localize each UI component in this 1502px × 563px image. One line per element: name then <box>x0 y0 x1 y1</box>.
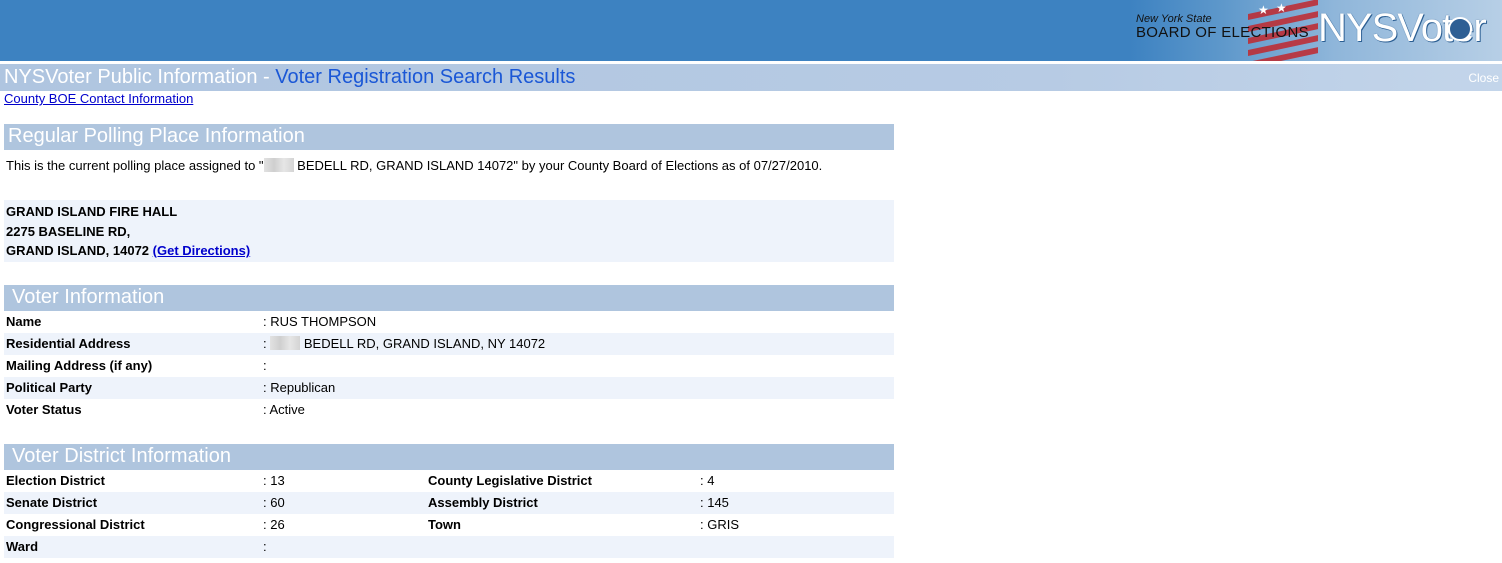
redacted-house-number <box>270 336 301 350</box>
voter-value: : RUS THOMPSON <box>263 314 377 329</box>
district-row: Election District : 13 County Legislativ… <box>4 470 894 492</box>
district-label: Senate District <box>6 495 98 510</box>
page-title: NYSVoter Public Information - Voter Regi… <box>4 66 575 89</box>
district-value: : 60 <box>263 495 285 510</box>
polling-city-text: GRAND ISLAND, 14072 <box>6 243 153 258</box>
district-value: : 4 <box>700 473 715 488</box>
polling-section-header: Regular Polling Place Information <box>4 124 894 150</box>
page-title-sub: Voter Registration Search Results <box>275 66 576 88</box>
district-label: Ward <box>6 539 39 554</box>
voter-label: Residential Address <box>6 336 131 351</box>
polling-place-street: 2275 BASELINE RD, <box>6 224 131 239</box>
polling-place-name: GRAND ISLAND FIRE HALL <box>6 204 178 219</box>
district-value: : 145 <box>700 495 729 510</box>
voter-value: : Active <box>263 402 305 417</box>
get-directions-link[interactable]: (Get Directions) <box>153 243 251 258</box>
voter-label: Voter Status <box>6 402 82 417</box>
district-label: County Legislative District <box>428 473 592 488</box>
polling-intro-before: This is the current polling place assign… <box>6 158 264 173</box>
polling-place-box: GRAND ISLAND FIRE HALL 2275 BASELINE RD,… <box>4 200 894 262</box>
nysvoter-logo: ★ ★ New York State BOARD OF ELECTIONS NY… <box>1130 0 1502 61</box>
residential-address-text: BEDELL RD, GRAND ISLAND, NY 14072 <box>300 336 546 351</box>
redacted-house-number <box>263 158 294 172</box>
district-row: Congressional District : 26 Town : GRIS <box>4 514 894 536</box>
state-seal-icon <box>1448 17 1472 41</box>
district-row: Senate District : 60 Assembly District :… <box>4 492 894 514</box>
district-label: Election District <box>6 473 105 488</box>
title-bar: NYSVoter Public Information - Voter Regi… <box>0 64 1502 91</box>
voter-row-name: Name : RUS THOMPSON <box>4 311 894 333</box>
voter-value: : <box>263 358 267 373</box>
header-banner: ★ ★ New York State BOARD OF ELECTIONS NY… <box>0 0 1502 61</box>
voter-row-party: Political Party : Republican <box>4 377 894 399</box>
county-boe-contact-link[interactable]: County BOE Contact Information <box>4 91 193 106</box>
voter-row-status: Voter Status : Active <box>4 399 894 421</box>
polling-intro-after: BEDELL RD, GRAND ISLAND 14072" by your C… <box>293 158 823 173</box>
district-value: : GRIS <box>700 517 740 532</box>
voter-section-header: Voter Information <box>4 285 894 311</box>
voter-row-mailing: Mailing Address (if any) : <box>4 355 894 377</box>
district-label: Town <box>428 517 461 532</box>
page-title-main: NYSVoter Public Information <box>4 66 258 88</box>
voter-label: Political Party <box>6 380 92 395</box>
district-section-title: Voter District Information <box>12 445 231 467</box>
voter-value: : BEDELL RD, GRAND ISLAND, NY 14072 <box>263 336 546 351</box>
district-section-header: Voter District Information <box>4 444 894 470</box>
district-value: : 26 <box>263 517 285 532</box>
voter-label: Mailing Address (if any) <box>6 358 153 373</box>
voter-value: : Republican <box>263 380 336 395</box>
district-row: Ward : <box>4 536 894 558</box>
voter-section-title: Voter Information <box>12 286 165 308</box>
page-title-separator: - <box>257 66 276 88</box>
polling-section-title: Regular Polling Place Information <box>8 125 305 147</box>
close-link[interactable]: Close <box>1468 71 1499 85</box>
voter-row-address: Residential Address : BEDELL RD, GRAND I… <box>4 333 894 355</box>
board-name-text: BOARD OF ELECTIONS <box>1136 24 1309 41</box>
voter-label: Name <box>6 314 42 329</box>
district-value: : <box>263 539 267 554</box>
polling-intro-text: This is the current polling place assign… <box>6 158 822 173</box>
district-label: Assembly District <box>428 495 538 510</box>
district-label: Congressional District <box>6 517 145 532</box>
polling-place-city: GRAND ISLAND, 14072 (Get Directions) <box>6 243 250 258</box>
district-value: : 13 <box>263 473 285 488</box>
